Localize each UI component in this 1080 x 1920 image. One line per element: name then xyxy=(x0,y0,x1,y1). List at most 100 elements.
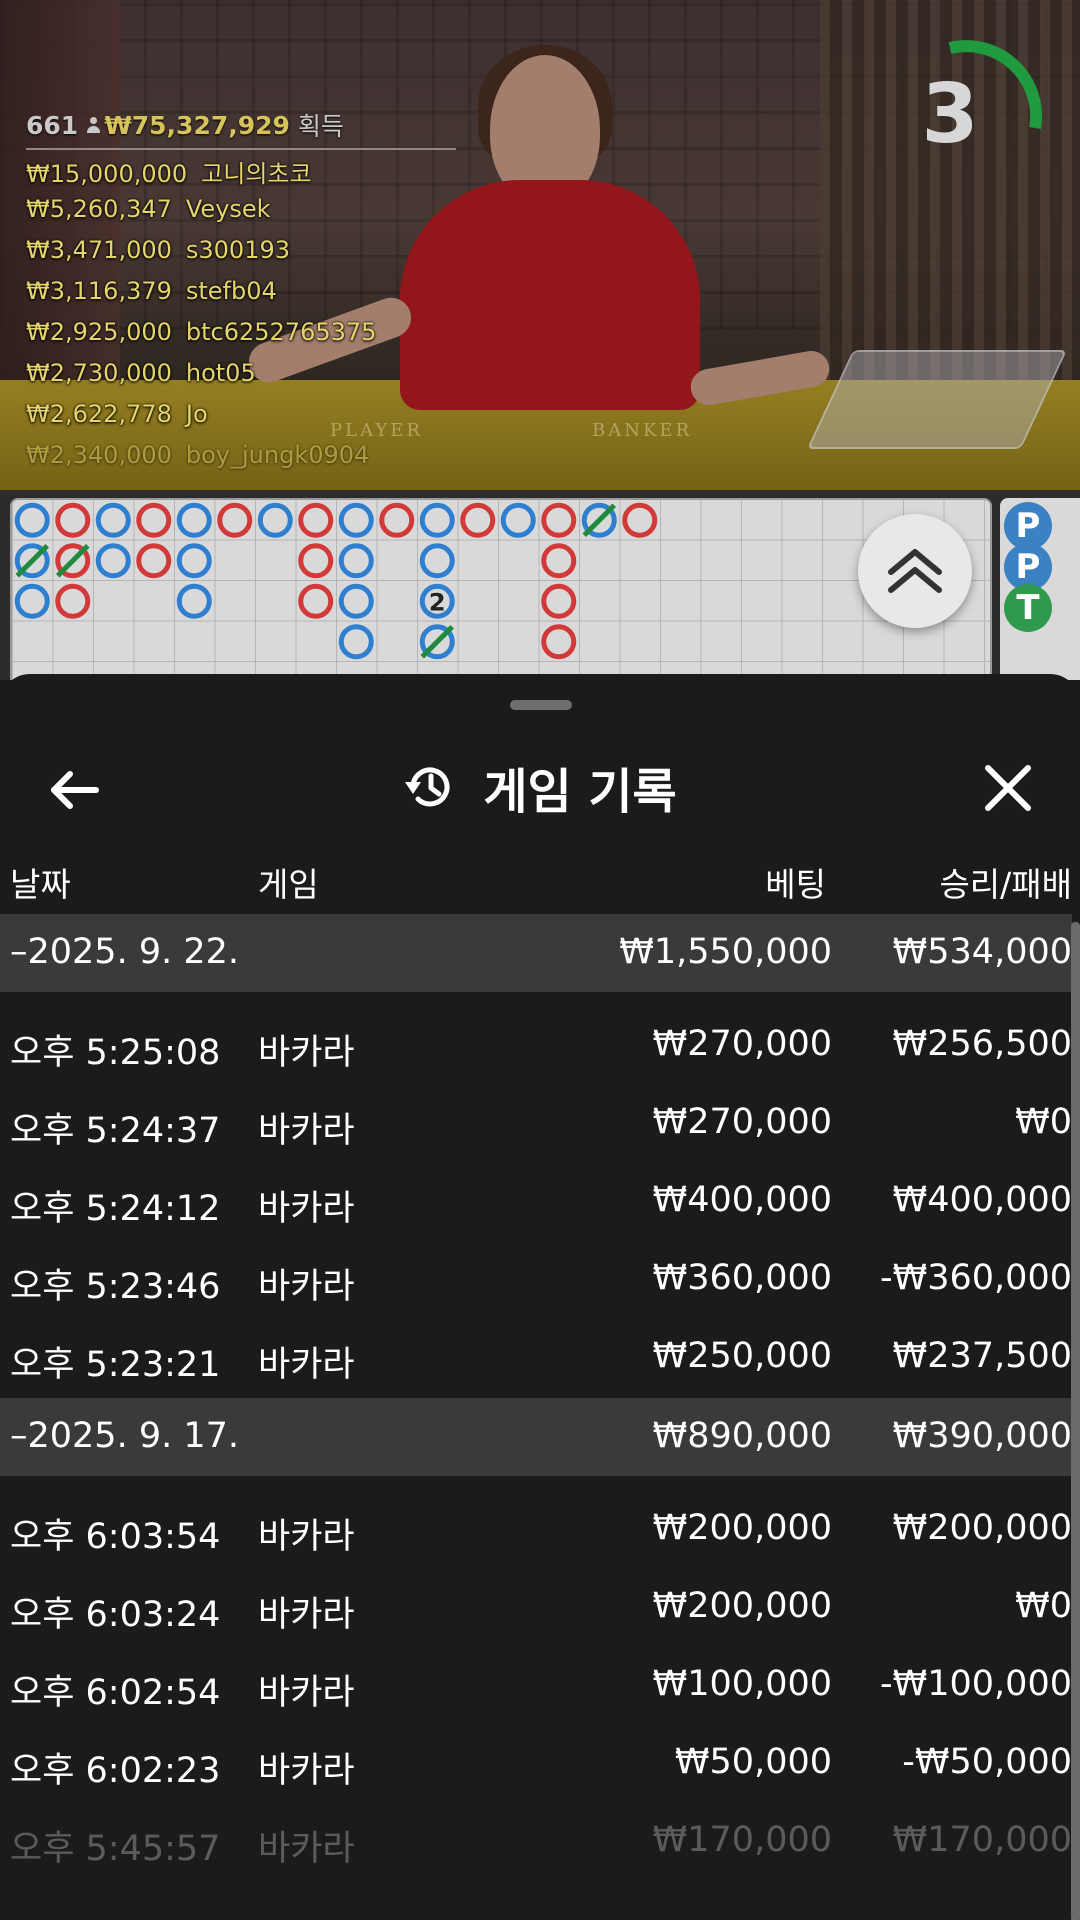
road-bead xyxy=(14,502,50,538)
road-bead xyxy=(338,624,374,660)
history-table: –2025. 9. 22. ₩1,550,000 ₩534,000 오후 5:2… xyxy=(0,914,1072,1874)
row-time: 오후 5:23:46 xyxy=(10,1267,221,1307)
road-bead xyxy=(541,502,577,538)
countdown-timer: 3 xyxy=(895,40,1045,190)
row-bet: ₩200,000 xyxy=(652,1508,832,1548)
history-row[interactable]: 오후 5:25:08 바카라 ₩270,000 ₩256,500 xyxy=(0,1000,1072,1078)
row-result: ₩400,000 xyxy=(892,1180,1072,1220)
history-row[interactable]: 오후 6:03:24 바카라 ₩200,000 ₩0 xyxy=(0,1562,1072,1640)
winner-name: Jo xyxy=(185,400,208,428)
row-time: 오후 5:23:21 xyxy=(10,1345,221,1385)
row-time: 오후 6:02:54 xyxy=(10,1673,221,1713)
road-bead xyxy=(541,624,577,660)
table-header: 날짜 게임 베팅 승리/패배 xyxy=(0,844,1080,916)
row-time: 오후 6:02:23 xyxy=(10,1751,221,1791)
row-result: -₩360,000 xyxy=(880,1258,1072,1298)
live-video-stream: PLAYER BANKER 661 ₩75,327,929 획득 ₩15,000… xyxy=(0,0,1080,490)
sheet-title-wrap: 게임 기록 xyxy=(0,732,1080,842)
road-bead xyxy=(500,502,536,538)
sheet-title: 게임 기록 xyxy=(483,764,677,820)
close-button[interactable] xyxy=(976,756,1040,820)
winner-amount: ₩15,000,000 xyxy=(26,160,188,188)
road-bead xyxy=(298,543,334,579)
row-time: 오후 6:03:24 xyxy=(10,1595,221,1635)
road-bead xyxy=(419,543,455,579)
sheet-header: 게임 기록 xyxy=(0,732,1080,842)
history-row[interactable]: 오후 5:45:57 바카라 ₩170,000 ₩170,000 xyxy=(0,1796,1072,1874)
road-bead xyxy=(55,583,91,619)
back-button[interactable] xyxy=(44,760,104,820)
winner-amount: ₩2,730,000 xyxy=(26,359,172,387)
winners-total: ₩75,327,929 xyxy=(104,110,290,140)
group-result-total: ₩390,000 xyxy=(892,1416,1072,1456)
history-row[interactable]: 오후 5:23:46 바카라 ₩360,000 -₩360,000 xyxy=(0,1234,1072,1312)
road-bead xyxy=(298,583,334,619)
winner-row: ₩2,925,000 btc6252765375 xyxy=(26,318,446,359)
road-bead xyxy=(176,583,212,619)
timer-seconds: 3 xyxy=(921,67,979,162)
row-bet: ₩270,000 xyxy=(652,1024,832,1064)
row-bet: ₩250,000 xyxy=(652,1336,832,1376)
row-time: 오후 5:45:57 xyxy=(10,1829,221,1869)
winner-row: ₩5,260,347 Veysek xyxy=(26,195,446,236)
bead-chip: T xyxy=(1004,584,1052,632)
winner-name: btc6252765375 xyxy=(185,318,377,346)
row-bet: ₩170,000 xyxy=(652,1820,832,1860)
person-icon xyxy=(86,117,101,133)
row-time: 오후 5:24:37 xyxy=(10,1111,221,1151)
road-bead xyxy=(541,583,577,619)
history-row[interactable]: 오후 6:03:54 바카라 ₩200,000 ₩200,000 xyxy=(0,1484,1072,1562)
road-bead xyxy=(622,502,658,538)
row-game: 바카라 xyxy=(258,1595,355,1635)
winner-amount: ₩2,340,000 xyxy=(26,441,172,469)
row-game: 바카라 xyxy=(258,1111,355,1151)
row-result: ₩200,000 xyxy=(892,1508,1072,1548)
group-date: –2025. 9. 22. xyxy=(10,932,240,972)
winners-suffix: 획득 xyxy=(297,112,344,141)
winners-list: ₩15,000,000 고니의초코 ₩5,260,347 Veysek ₩3,471… xyxy=(26,154,446,482)
winner-row: ₩2,622,778 Jo xyxy=(26,400,446,441)
row-result: ₩256,500 xyxy=(892,1024,1072,1064)
arrow-left-icon xyxy=(51,771,99,809)
road-bead xyxy=(460,502,496,538)
row-bet: ₩270,000 xyxy=(652,1102,832,1142)
big-road-grid: 2 xyxy=(10,498,992,680)
row-bet: ₩400,000 xyxy=(652,1180,832,1220)
history-row[interactable]: 오후 6:02:23 바카라 ₩50,000 -₩50,000 xyxy=(0,1718,1072,1796)
row-bet: ₩200,000 xyxy=(652,1586,832,1626)
history-row[interactable]: 오후 6:02:54 바카라 ₩100,000 -₩100,000 xyxy=(0,1640,1072,1718)
winner-name: 고니의초코 xyxy=(201,160,312,188)
row-time: 오후 5:25:08 xyxy=(10,1033,221,1073)
winner-amount: ₩3,116,379 xyxy=(26,277,172,305)
date-group-row[interactable]: –2025. 9. 17. ₩890,000 ₩390,000 xyxy=(0,1398,1072,1476)
road-bead xyxy=(298,502,334,538)
group-date: –2025. 9. 17. xyxy=(10,1416,240,1456)
road-bead xyxy=(95,543,131,579)
history-row[interactable]: 오후 5:24:12 바카라 ₩400,000 ₩400,000 xyxy=(0,1156,1072,1234)
row-game: 바카라 xyxy=(258,1189,355,1229)
road-bead xyxy=(136,502,172,538)
winners-divider xyxy=(26,148,456,150)
road-bead xyxy=(176,543,212,579)
row-game: 바카라 xyxy=(258,1751,355,1791)
road-bead xyxy=(257,502,293,538)
winners-overlay: 661 ₩75,327,929 획득 ₩15,000,000 고니의초코 ₩5,2… xyxy=(26,104,456,482)
column-result: 승리/패배 xyxy=(939,865,1072,904)
history-icon xyxy=(405,767,450,807)
date-group-row[interactable]: –2025. 9. 22. ₩1,550,000 ₩534,000 xyxy=(0,914,1072,992)
bead-chip-letter: P xyxy=(1015,547,1041,587)
bead-chip-letter: T xyxy=(1016,588,1040,628)
winner-name: Veysek xyxy=(185,195,271,223)
row-result: ₩0 xyxy=(1015,1102,1072,1142)
expand-roadmap-button[interactable] xyxy=(858,514,972,628)
winners-summary: 661 ₩75,327,929 획득 xyxy=(26,104,446,146)
sheet-drag-handle[interactable] xyxy=(510,700,572,710)
history-scrollbar[interactable] xyxy=(1071,922,1080,1920)
road-bead xyxy=(541,543,577,579)
row-result: -₩50,000 xyxy=(902,1742,1072,1782)
row-time: 오후 6:03:54 xyxy=(10,1517,221,1557)
row-time: 오후 5:24:12 xyxy=(10,1189,221,1229)
road-bead xyxy=(338,543,374,579)
history-row[interactable]: 오후 5:23:21 바카라 ₩250,000 ₩237,500 xyxy=(0,1312,1072,1390)
history-row[interactable]: 오후 5:24:37 바카라 ₩270,000 ₩0 xyxy=(0,1078,1072,1156)
